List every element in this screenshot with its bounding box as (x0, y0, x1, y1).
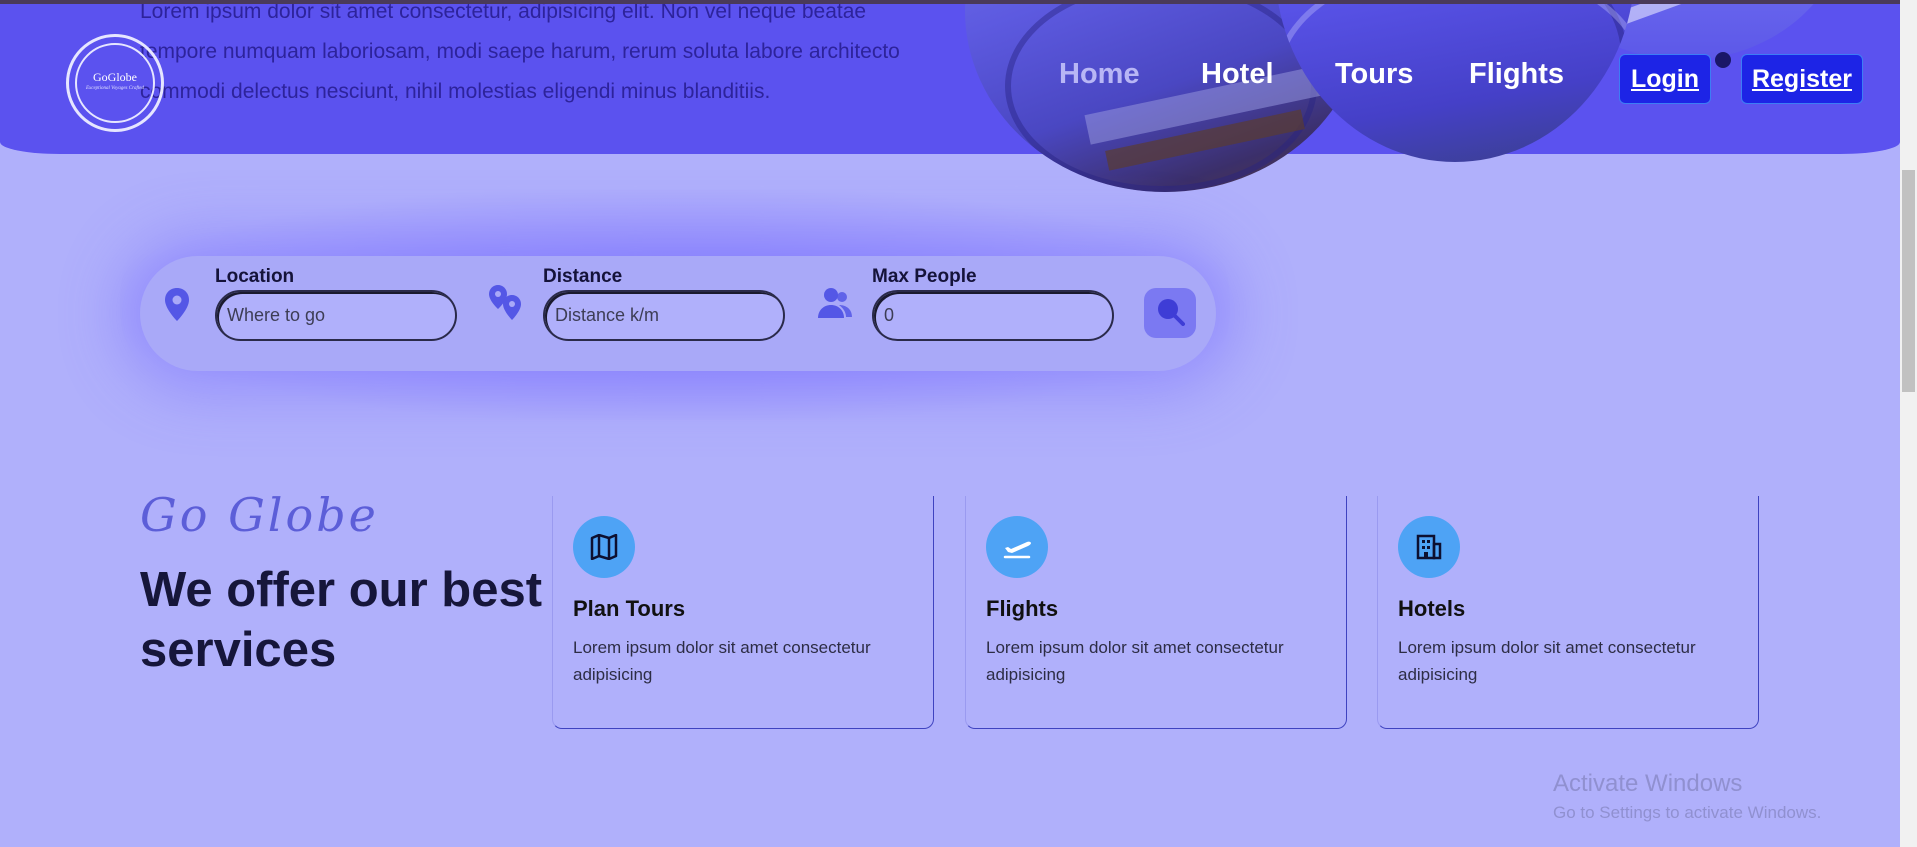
location-input[interactable] (215, 290, 457, 341)
scrollbar-thumb[interactable] (1902, 170, 1915, 392)
service-card-plan-tours[interactable]: Plan Tours Lorem ipsum dolor sit amet co… (552, 496, 934, 729)
map-icon (573, 516, 635, 578)
building-icon (1398, 516, 1460, 578)
users-icon (817, 286, 853, 324)
nav-flights[interactable]: Flights (1469, 58, 1564, 91)
card-description: Lorem ipsum dolor sit amet consectetur a… (573, 638, 871, 684)
windows-activation-title: Activate Windows (1553, 770, 1743, 797)
scrollbar-track[interactable] (1900, 0, 1917, 847)
card-description: Lorem ipsum dolor sit amet consectetur a… (986, 638, 1284, 684)
search-button[interactable] (1144, 288, 1196, 338)
nav-tours[interactable]: Tours (1335, 58, 1413, 91)
location-label: Location (215, 266, 295, 287)
services-tagline: Go Globe (140, 488, 379, 542)
map-pin-icon (163, 287, 191, 327)
login-button[interactable]: Login (1619, 54, 1711, 104)
hero-banner: Lorem ipsum dolor sit amet consectetur, … (0, 0, 1900, 192)
search-icon (1155, 296, 1185, 330)
goglobe-logo[interactable]: GoGlobe Exceptional Voyages Crafted (66, 34, 164, 132)
nav-hotel[interactable]: Hotel (1201, 58, 1274, 91)
service-card-flights[interactable]: Flights Lorem ipsum dolor sit amet conse… (965, 496, 1347, 729)
carousel-dot[interactable] (1715, 52, 1731, 68)
register-button[interactable]: Register (1741, 54, 1863, 104)
services-heading: We offer our best services (140, 563, 543, 677)
card-title: Plan Tours (573, 596, 686, 621)
windows-activation-subtitle: Go to Settings to activate Windows. (1553, 803, 1822, 822)
distance-label: Distance (543, 266, 623, 287)
max-people-label: Max People (872, 266, 977, 287)
service-card-hotels[interactable]: Hotels Lorem ipsum dolor sit amet consec… (1377, 496, 1759, 729)
max-people-input[interactable] (872, 290, 1114, 341)
distance-input[interactable] (543, 290, 785, 341)
card-title: Hotels (1398, 596, 1466, 621)
nav-home[interactable]: Home (1059, 58, 1140, 91)
hero-paragraph: Lorem ipsum dolor sit amet consectetur, … (140, 0, 900, 103)
card-description: Lorem ipsum dolor sit amet consectetur a… (1398, 638, 1696, 684)
map-pins-icon (488, 284, 522, 326)
hero-photo-highway (1275, 0, 1635, 162)
card-title: Flights (986, 596, 1059, 621)
top-edge (0, 0, 1917, 4)
plane-departure-icon (986, 516, 1048, 578)
